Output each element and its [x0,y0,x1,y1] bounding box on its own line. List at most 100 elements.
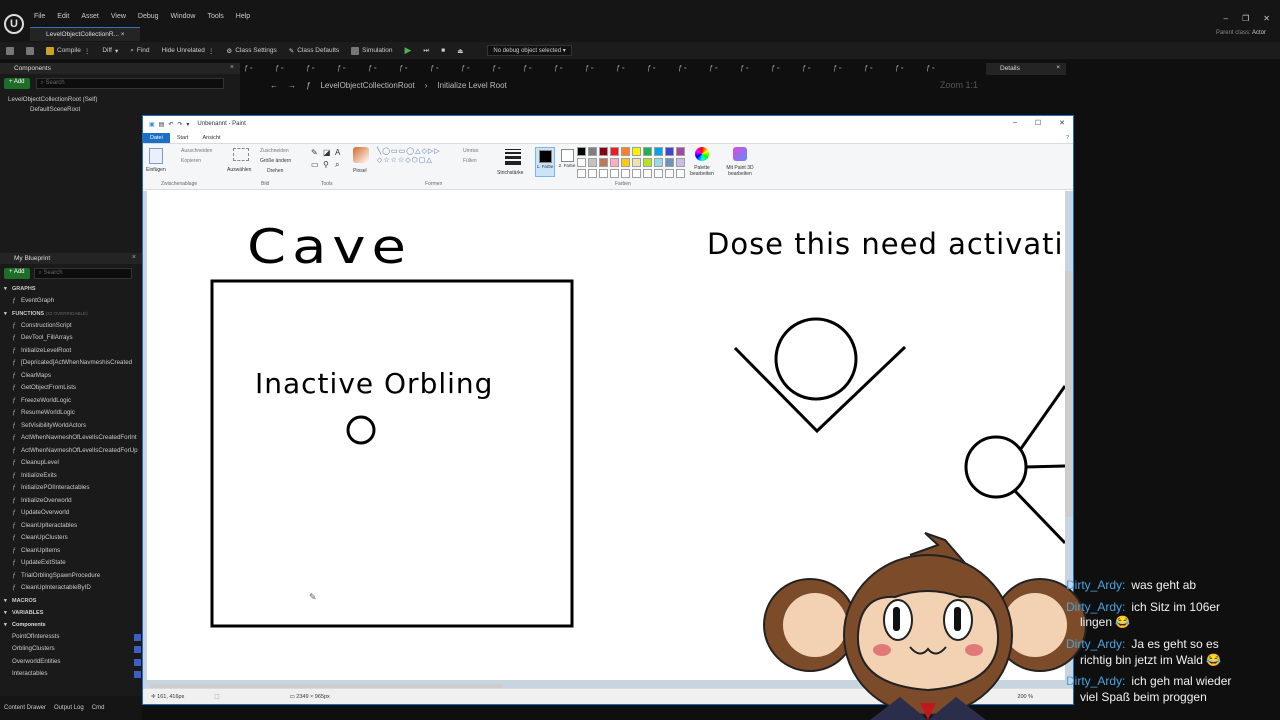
cmd-button[interactable]: Cmd [92,705,105,711]
text-icon[interactable]: A [335,148,347,157]
function-item[interactable]: CleanUpIteractables [0,520,142,533]
color2-selector[interactable]: 2. Farbe [557,147,577,177]
vertical-scrollbar[interactable] [1065,271,1073,517]
function-item[interactable]: CleanUpInteractableByID [0,582,142,595]
color-swatch[interactable] [588,147,597,156]
graph-function-tab[interactable]: ƒ ▫ [922,63,953,75]
component-root[interactable]: LevelObjectCollectionRoot (Self) [0,93,240,103]
find-button[interactable]: ⌕ Find [124,47,155,55]
eraser-icon[interactable]: ▭ [311,160,323,170]
graph-function-tab[interactable]: ƒ ▫ [612,63,643,75]
class-settings-button[interactable]: ⚙ Class Settings [220,47,282,55]
custom-color-swatch[interactable] [632,169,641,178]
color-picker-icon[interactable]: ⚲ [323,160,335,170]
paste-label[interactable]: Einfügen [146,167,166,173]
color-swatch[interactable] [676,158,685,167]
resize-button[interactable]: Größe ändern [260,158,291,164]
graph-function-tab[interactable]: ƒ ▫ [333,63,364,75]
edit-colors-icon[interactable] [695,147,709,161]
breadcrumb-root[interactable]: LevelObjectCollectionRoot [320,81,414,90]
compile-button[interactable]: Compile ⋮ [40,46,96,55]
graph-function-tab[interactable]: ƒ ▫ [240,63,271,75]
back-arrow-icon[interactable]: ← [270,81,278,90]
menu-tools[interactable]: Tools [207,13,223,20]
graph-function-tab[interactable]: ƒ ▫ [457,63,488,75]
graph-function-tab[interactable]: ƒ ▫ [829,63,860,75]
graph-function-tab[interactable]: ƒ ▫ [674,63,705,75]
redo-icon[interactable]: ↷ [177,121,182,128]
function-item[interactable]: InitializeOverworld [0,495,142,508]
minimize-icon[interactable]: – [1224,14,1228,23]
select-icon[interactable] [233,148,249,161]
details-tab[interactable]: Details × [986,63,1066,75]
menu-file[interactable]: File [34,13,45,20]
color-swatch[interactable] [665,147,674,156]
color-swatch[interactable] [654,158,663,167]
close-icon[interactable]: × [1056,64,1060,71]
tab-datei[interactable]: Datei [143,132,170,143]
content-drawer-button[interactable]: Content Drawer [4,705,46,711]
step-button[interactable]: ⏭ [417,47,435,55]
asset-tab[interactable]: LevelObjectCollectionR... × [30,27,140,41]
menu-asset[interactable]: Asset [81,13,99,20]
color-swatch[interactable] [643,158,652,167]
components-tab[interactable]: Components × [0,63,240,74]
magnifier-icon[interactable]: ⌕ [335,160,347,170]
variable-item[interactable]: OrblingClusters [0,643,142,656]
component-default-scene-root[interactable]: DefaultSceneRoot [0,103,240,113]
quick-access-dropdown-icon[interactable]: ▾ [186,121,189,128]
paste-icon[interactable] [149,148,163,164]
color-swatch[interactable] [610,158,619,167]
size-icon[interactable] [505,149,521,165]
function-item[interactable]: UpdateOverworld [0,507,142,520]
graph-function-tab[interactable]: ƒ ▫ [519,63,550,75]
function-item[interactable]: InitializePOIInteractables [0,482,142,495]
function-item[interactable]: [Depricated]ActWhenNavmeshisCreated [0,357,142,370]
breadcrumb-function[interactable]: Initialize Level Root [437,81,506,90]
function-item[interactable]: InitializeLevelRoot [0,345,142,358]
copy-button[interactable]: Kopieren [181,158,201,164]
cut-button[interactable]: Ausschneiden [181,148,212,154]
paint-minimize-icon[interactable]: – [1013,119,1017,127]
custom-color-swatch[interactable] [621,169,630,178]
paint3d-icon[interactable] [733,147,747,161]
custom-color-swatch[interactable] [588,169,597,178]
menu-help[interactable]: Help [236,13,250,20]
fill-button[interactable]: Füllen [463,158,477,164]
function-item[interactable]: SetVisibilityWorldActors [0,420,142,433]
graph-function-tab[interactable]: ƒ ▫ [395,63,426,75]
color1-selector[interactable]: 1. Farbe [535,147,555,177]
brush-icon[interactable] [353,147,369,163]
close-icon[interactable]: × [230,64,234,71]
custom-color-swatch[interactable] [643,169,652,178]
save-icon[interactable] [0,46,20,55]
color-swatch[interactable] [599,147,608,156]
variable-item[interactable]: Interactables [0,668,142,681]
diff-button[interactable]: Diff ▾ [96,47,124,55]
function-item[interactable]: ActWhenNavmeshOfLevelIsCreatedForInt [0,432,142,445]
event-graph-item[interactable]: EventGraph [0,295,142,308]
blueprint-search-input[interactable]: ⌕ Search [33,268,132,279]
graphs-section-header[interactable]: GRAPHS [0,283,142,295]
variable-item[interactable]: OverworldEntities [0,656,142,669]
size-label[interactable]: Strichstärke [497,170,523,176]
function-item[interactable]: FreezeWorldLogic [0,395,142,408]
simulation-button[interactable]: Simulation [345,46,398,55]
select-label[interactable]: Auswählen [227,167,251,173]
brushes-label[interactable]: Pinsel [353,168,367,174]
add-component-button[interactable]: + Add [4,78,30,89]
crop-button[interactable]: Zuschneiden [260,148,289,154]
close-icon[interactable]: × [132,254,136,261]
custom-color-swatch[interactable] [610,169,619,178]
function-item[interactable]: UpdateExitState [0,557,142,570]
function-item[interactable]: ConstructionScript [0,320,142,333]
color-swatch[interactable] [610,147,619,156]
fill-icon[interactable]: ◪ [323,148,335,157]
close-icon[interactable]: × [121,31,125,38]
graph-function-tab[interactable]: ƒ ▫ [302,63,333,75]
function-item[interactable]: ResumeWorldLogic [0,407,142,420]
graph-function-tab[interactable]: ƒ ▫ [736,63,767,75]
paint3d-label[interactable]: Mit Paint 3D bearbeiten [721,165,759,177]
maximize-icon[interactable]: ❐ [1242,14,1249,23]
rotate-button[interactable]: Drehen [267,168,283,174]
